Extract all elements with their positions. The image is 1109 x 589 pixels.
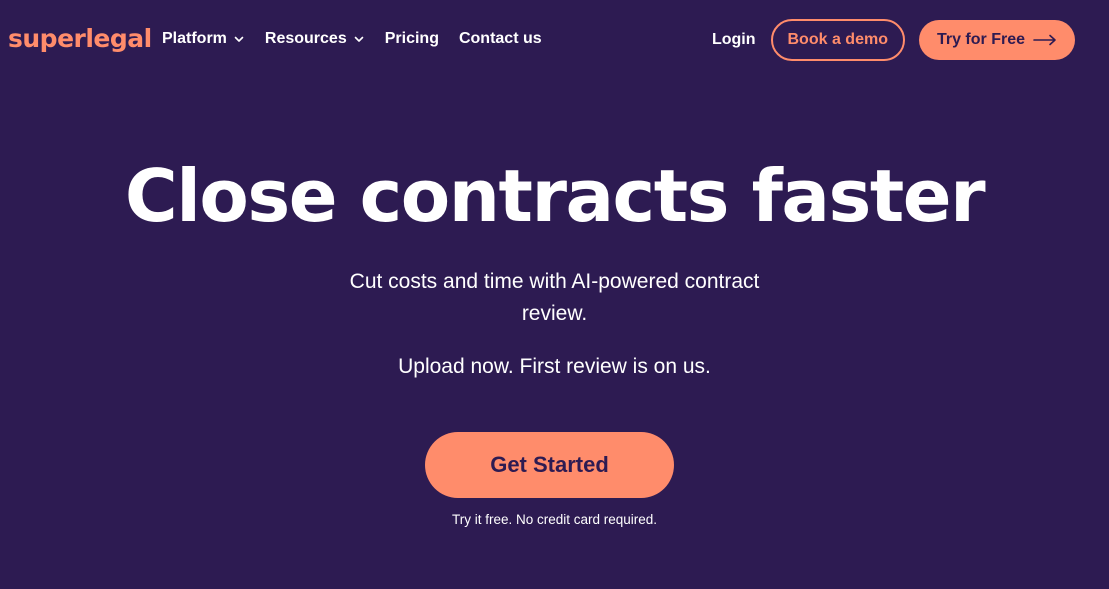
nav-item-contact-us[interactable]: Contact us [459, 28, 542, 50]
hero-subtitle: Cut costs and time with AI-powered contr… [0, 266, 1109, 330]
nav-item-label: Platform [162, 30, 227, 47]
chevron-down-icon [233, 33, 245, 45]
chevron-down-icon [353, 33, 365, 45]
main-menu: Platform Resources Pricing Contact us [162, 28, 542, 50]
book-demo-button[interactable]: Book a demo [770, 19, 905, 61]
account-actions: Login Book a demo Try for Free [712, 19, 1075, 61]
try-for-free-button[interactable]: Try for Free [918, 20, 1075, 60]
top-navigation: superlegal Platform Resources Pricing Co… [0, 0, 1109, 80]
get-started-label: Get Started [490, 452, 609, 477]
hero-title: Close contracts faster [124, 154, 986, 238]
superlegal-logo[interactable]: superlegal [8, 22, 152, 56]
nav-item-platform[interactable]: Platform [162, 28, 245, 50]
hero-offer-text: Upload now. First review is on us. [398, 355, 711, 378]
try-for-free-label: Try for Free [936, 31, 1025, 48]
arrow-right-icon [1033, 34, 1057, 46]
hero-subtitle-line-2: review. [521, 302, 588, 325]
nav-item-label: Contact us [458, 30, 542, 47]
login-link[interactable]: Login [712, 31, 756, 49]
hero-subtitle-line-1: Cut costs and time with AI-powered contr… [349, 270, 760, 293]
nav-item-resources[interactable]: Resources [265, 28, 365, 50]
nav-item-label: Resources [264, 30, 347, 47]
free-trial-note: Try it free. No credit card required. [451, 512, 658, 527]
nav-item-pricing[interactable]: Pricing [385, 28, 439, 50]
book-demo-label: Book a demo [787, 31, 888, 48]
nav-item-label: Pricing [384, 30, 439, 47]
get-started-button[interactable]: Get Started [425, 432, 674, 498]
